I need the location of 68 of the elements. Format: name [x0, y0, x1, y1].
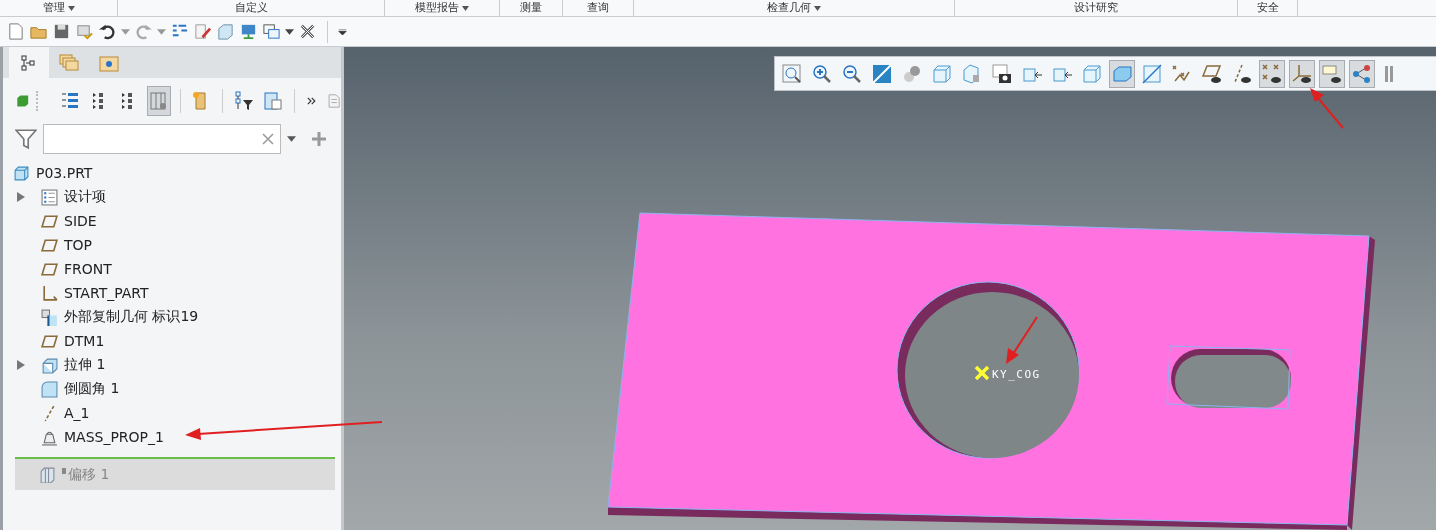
monitor-icon[interactable] — [239, 22, 258, 41]
plate-drawing[interactable] — [607, 212, 1375, 530]
caret-icon[interactable] — [814, 5, 821, 11]
undo-icon[interactable] — [98, 22, 117, 41]
plane-icon — [41, 236, 58, 254]
expand-arrow-icon[interactable] — [17, 360, 25, 370]
tree-icon — [21, 54, 37, 71]
clear-icon[interactable] — [262, 133, 274, 145]
tree-item[interactable]: 拉伸 1 — [13, 353, 341, 377]
tree-item[interactable]: A_1 — [13, 401, 341, 425]
panel-tab[interactable] — [9, 47, 49, 78]
menu-tab[interactable]: 设计研究 — [1074, 1, 1118, 15]
point-marker-icon[interactable] — [974, 365, 990, 381]
plane-icon — [41, 212, 58, 230]
copy-geom-icon — [41, 308, 58, 326]
folder-icon — [99, 53, 119, 72]
folders-icon — [59, 53, 79, 72]
add-icon[interactable] — [312, 132, 326, 146]
annotation-arrow — [1310, 88, 1344, 129]
menu-tab[interactable]: 管理 — [42, 1, 75, 15]
tree-item[interactable]: FRONT — [13, 257, 341, 281]
menu-tab[interactable]: 自定义 — [234, 1, 268, 15]
caret-icon[interactable] — [285, 28, 294, 35]
caret-icon[interactable] — [462, 5, 469, 11]
tree-item[interactable]: 倒圆角 1 — [13, 377, 341, 401]
columns-icon[interactable] — [147, 86, 171, 116]
customize-icon[interactable] — [338, 28, 347, 35]
design-items-icon — [41, 188, 58, 206]
caret-icon[interactable] — [67, 5, 75, 11]
tree-item[interactable]: 设计项 — [13, 185, 341, 209]
toolbar-overflow-icon[interactable] — [1385, 65, 1393, 82]
search-field[interactable] — [43, 124, 281, 154]
point-display-icon[interactable] — [1259, 59, 1285, 88]
redo-icon[interactable] — [134, 22, 153, 41]
menu-tab[interactable]: 检查几何 — [767, 1, 821, 15]
menu-tab[interactable]: 安全 — [1256, 1, 1279, 15]
graphics-viewport[interactable]: KY_COG — [344, 47, 1436, 530]
spin-icon[interactable] — [1349, 59, 1375, 88]
tree-item[interactable]: SIDE — [13, 209, 341, 233]
box-icon[interactable] — [216, 22, 235, 41]
round-icon — [41, 380, 58, 398]
menu-tab[interactable]: 查询 — [587, 1, 609, 15]
tree-item[interactable]: DTM1 — [13, 329, 341, 353]
caret-icon[interactable] — [287, 136, 296, 142]
csys-icon — [41, 284, 58, 302]
offset-icon — [39, 466, 56, 483]
extrude-icon — [41, 356, 58, 374]
annotation-display-icon[interactable] — [1319, 59, 1345, 88]
expand-arrow-icon[interactable] — [17, 192, 25, 202]
new-file-icon[interactable] — [6, 22, 25, 41]
menu-tab[interactable]: 测量 — [520, 1, 542, 15]
annotation-arrow — [1006, 316, 1038, 364]
tree-item[interactable]: START_PART — [13, 281, 341, 305]
point-label: KY_COG — [992, 368, 1041, 381]
tree-item[interactable]: P03.PRT — [13, 161, 341, 185]
part-icon — [13, 164, 30, 182]
windows-icon[interactable] — [262, 22, 281, 41]
csys-display-icon[interactable] — [1289, 59, 1315, 88]
tree-item[interactable]: MASS_PROP_1 — [13, 425, 341, 449]
tree-item[interactable]: 外部复制几何 标识19 — [13, 305, 341, 329]
close-windows-icon[interactable] — [298, 22, 317, 41]
save-icon[interactable] — [52, 22, 71, 41]
plane-icon — [41, 332, 58, 350]
shaded-icon[interactable] — [1109, 59, 1135, 88]
plane-icon — [41, 260, 58, 278]
eraser-icon[interactable] — [193, 22, 212, 41]
tree-item[interactable]: TOP — [13, 233, 341, 257]
menu-tab[interactable]: 模型报告 — [415, 1, 469, 15]
